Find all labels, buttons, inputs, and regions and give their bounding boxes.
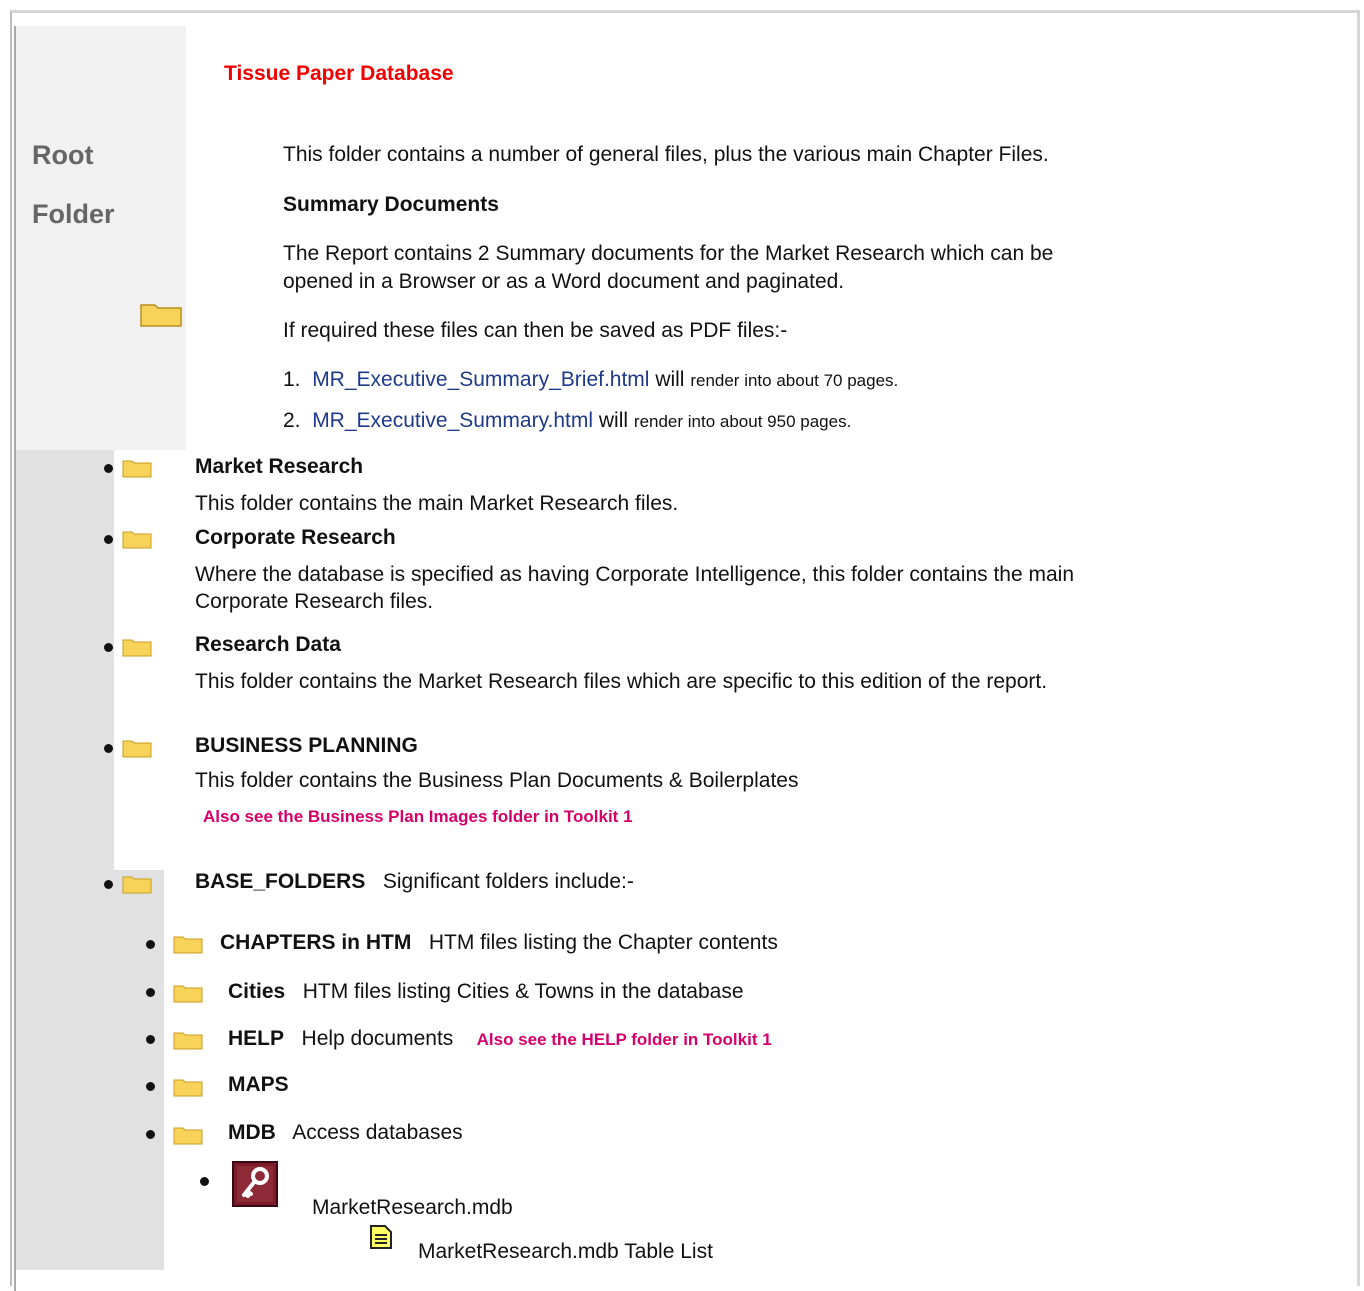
subfolder-name-help[interactable]: HELP: [228, 1027, 284, 1050]
folder-icon: [122, 460, 152, 478]
folder-icon: [173, 1079, 203, 1097]
doc-will: will: [655, 368, 685, 391]
base-folders-row: BASE_FOLDERS Significant folders include…: [195, 870, 634, 894]
intro-text: This folder contains a number of general…: [283, 143, 1049, 166]
sidebar-panel: [16, 26, 186, 450]
doc-note: render into about 950 pages.: [633, 412, 852, 431]
bullet-icon: [104, 464, 113, 473]
bullet-icon: [146, 988, 155, 997]
subfolder-name-cities[interactable]: Cities: [228, 980, 285, 1003]
subfolder-row: HELP Help documents Also see the HELP fo…: [228, 1027, 772, 1051]
folder-icon: [122, 876, 152, 894]
subfolder-desc: HTM files listing the Chapter contents: [428, 931, 778, 954]
folder-icon: [173, 985, 203, 1003]
pdf-note: If required these files can then be save…: [283, 319, 788, 342]
summary-text-2: opened in a Browser or as a Word documen…: [283, 270, 845, 293]
bullet-icon: [200, 1177, 209, 1186]
folder-icon: [173, 1127, 203, 1145]
subfolder-desc: Access databases: [292, 1121, 463, 1144]
subfolder-row: CHAPTERS in HTM HTM files listing the Ch…: [220, 931, 778, 955]
sidebar-label-root: Root: [32, 140, 94, 170]
summary-heading: Summary Documents: [283, 193, 499, 216]
mdb-table-list[interactable]: MarketResearch.mdb Table List: [418, 1240, 713, 1264]
folder-icon: [173, 1032, 203, 1050]
document-icon: [370, 1225, 392, 1249]
folder-desc: Corporate Research files.: [195, 590, 434, 613]
doc-number: 2.: [283, 409, 301, 432]
page-title: Tissue Paper Database: [224, 62, 454, 85]
sidebar-label-folder: Folder: [32, 199, 115, 229]
doc-note: render into about 70 pages.: [690, 371, 899, 390]
bullet-icon: [104, 744, 113, 753]
bullet-icon: [104, 643, 113, 652]
folder-name-corporate-research[interactable]: Corporate Research: [195, 526, 396, 550]
subfolder-desc: Help documents: [301, 1027, 454, 1050]
folder-desc: This folder contains the main Market Res…: [195, 492, 679, 515]
subfolder-list-gutter: [16, 870, 164, 1270]
subfolder-row: Cities HTM files listing Cities & Towns …: [228, 980, 744, 1004]
root-folder-icon: [140, 304, 182, 327]
folder-name-base-folders[interactable]: BASE_FOLDERS: [195, 870, 365, 893]
bullet-icon: [146, 1130, 155, 1139]
folder-desc: This folder contains the Market Research…: [195, 670, 1048, 693]
doc-link-brief[interactable]: MR_Executive_Summary_Brief.html: [312, 368, 649, 391]
mdb-file-name[interactable]: MarketResearch.mdb: [312, 1196, 513, 1220]
folder-desc: This folder contains the Business Plan D…: [195, 769, 799, 792]
folder-name-research-data[interactable]: Research Data: [195, 633, 341, 657]
folder-icon: [122, 740, 152, 758]
folder-name-business-planning[interactable]: BUSINESS PLANNING: [195, 734, 418, 758]
folder-desc: Where the database is specified as havin…: [195, 563, 1075, 586]
subfolder-name-maps[interactable]: MAPS: [228, 1073, 289, 1097]
folder-list-gutter: [16, 450, 114, 870]
summary-text-1: The Report contains 2 Summary documents …: [283, 242, 1054, 265]
subfolder-row: MDB Access databases: [228, 1121, 463, 1145]
doc-number: 1.: [283, 368, 301, 391]
subfolder-name-mdb[interactable]: MDB: [228, 1121, 276, 1144]
bullet-icon: [104, 880, 113, 889]
bullet-icon: [146, 1082, 155, 1091]
doc-link-full[interactable]: MR_Executive_Summary.html: [312, 409, 593, 432]
toolkit-note: Also see the Business Plan Images folder…: [203, 807, 633, 826]
access-database-icon: [232, 1161, 278, 1207]
subfolder-name-chapters[interactable]: CHAPTERS in HTM: [220, 931, 411, 954]
folder-name-market-research[interactable]: Market Research: [195, 455, 363, 479]
folder-icon: [122, 639, 152, 657]
folder-icon: [173, 936, 203, 954]
folder-desc: Significant folders include:-: [382, 870, 634, 893]
doc-item: 2. MR_Executive_Summary.html will render…: [283, 409, 851, 433]
doc-item: 1. MR_Executive_Summary_Brief.html will …: [283, 368, 898, 392]
toolkit-note: Also see the HELP folder in Toolkit 1: [476, 1030, 772, 1049]
subfolder-desc: HTM files listing Cities & Towns in the …: [302, 980, 744, 1003]
folder-icon: [122, 531, 152, 549]
doc-will: will: [598, 409, 629, 432]
bullet-icon: [146, 940, 155, 949]
bullet-icon: [104, 535, 113, 544]
bullet-icon: [146, 1035, 155, 1044]
